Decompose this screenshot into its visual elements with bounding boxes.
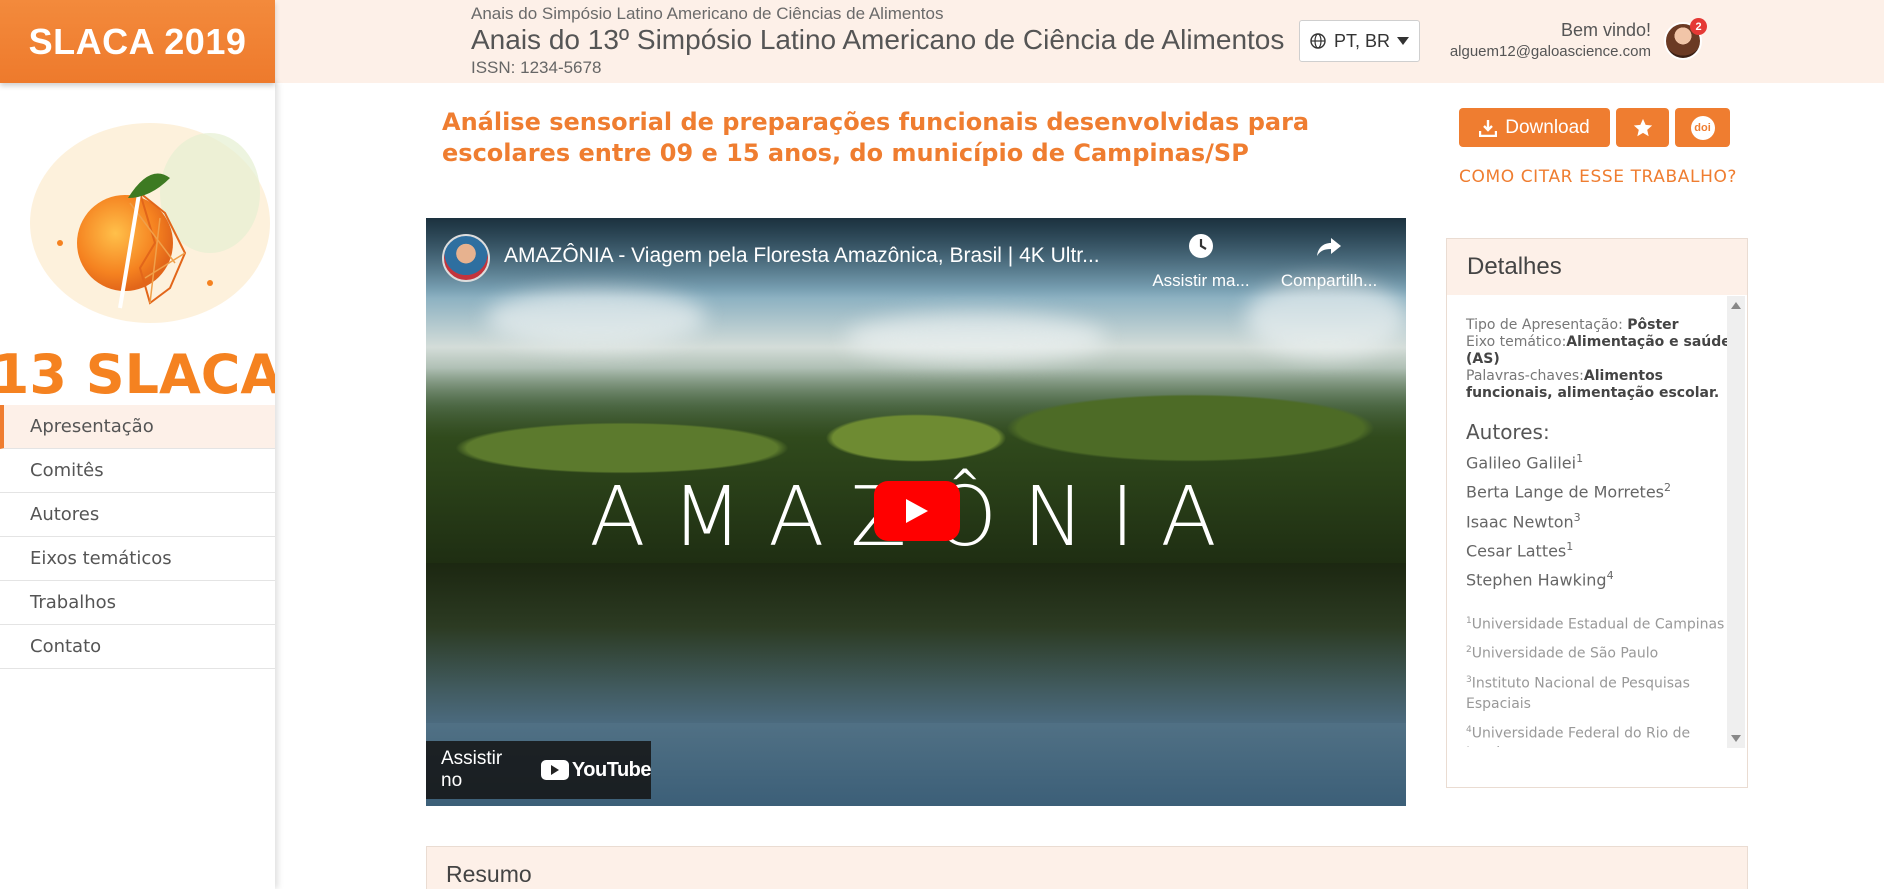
watch-later-label: Assistir ma... [1152, 271, 1250, 290]
clock-icon [1189, 234, 1213, 258]
user-email: alguem12@galoascience.com [1449, 43, 1651, 60]
youtube-icon [540, 760, 569, 780]
affiliation-item: 2Universidade de São Paulo [1466, 645, 1659, 662]
favorite-button[interactable] [1616, 108, 1669, 147]
keywords: Palavras-chaves:Alimentos funcionais, al… [1466, 368, 1720, 401]
affiliation-item: 1Universidade Estadual de Campinas [1466, 615, 1725, 633]
affiliation-item: 3Instituto Nacional de Pesquisas Espacia… [1466, 674, 1690, 712]
author-item[interactable]: Berta Lange de Morretes2 [1466, 475, 1731, 504]
share-icon [1317, 238, 1341, 256]
details-heading: Detalhes [1447, 239, 1747, 295]
details-panel: Detalhes Tipo de Apresentação: Pôster Ei… [1446, 238, 1748, 788]
author-item[interactable]: Isaac Newton3 [1466, 505, 1731, 534]
play-button[interactable] [874, 481, 960, 541]
star-icon [1633, 118, 1652, 136]
video-player[interactable]: AMAZÔNIA - Viagem pela Floresta Amazônic… [426, 218, 1406, 806]
cite-link[interactable]: COMO CITAR ESSE TRABALHO? [1459, 167, 1737, 187]
event-logo[interactable]: 13 SLACA [0, 103, 275, 403]
sidebar-item-eixos-tematicos[interactable]: Eixos temáticos [0, 537, 275, 581]
event-title: Anais do 13º Simpósio Latino Americano d… [471, 24, 1285, 55]
chevron-down-icon [1397, 37, 1409, 45]
share-button[interactable]: Compartilh... [1274, 232, 1384, 291]
author-item[interactable]: Stephen Hawking4 [1466, 563, 1731, 592]
details-scrollbar[interactable] [1727, 296, 1745, 748]
scroll-up-icon[interactable] [1731, 302, 1741, 309]
download-button[interactable]: Download [1459, 108, 1610, 147]
globe-icon [1310, 33, 1326, 49]
details-body: Tipo de Apresentação: Pôster Eixo temáti… [1447, 297, 1731, 747]
sidebar-item-comites[interactable]: Comitês [0, 449, 275, 493]
doi-button[interactable]: doi [1675, 108, 1730, 147]
watch-later-button[interactable]: Assistir ma... [1146, 232, 1256, 291]
sidebar-item-trabalhos[interactable]: Trabalhos [0, 581, 275, 625]
affiliations: 1Universidade Estadual de Campinas 2Univ… [1466, 611, 1731, 747]
language-select[interactable]: PT, BR [1299, 20, 1420, 62]
logo-text: 13 SLACA [0, 343, 275, 403]
author-item[interactable]: Cesar Lattes1 [1466, 534, 1731, 563]
summary-heading: Resumo [446, 861, 532, 887]
play-icon [906, 499, 928, 523]
work-title: Análise sensorial de preparações funcion… [442, 108, 1310, 167]
sidebar: 13 SLACA Apresentação Comitês Autores Ei… [0, 83, 275, 889]
event-subtitle: Anais do Simpósio Latino Americano de Ci… [471, 4, 944, 23]
author-item[interactable]: Galileo Galilei1 [1466, 446, 1731, 475]
summary-section: Resumo [426, 846, 1748, 889]
share-label: Compartilh... [1280, 271, 1378, 290]
watch-on-label: Assistir no [441, 748, 503, 791]
video-title[interactable]: AMAZÔNIA - Viagem pela Floresta Amazônic… [504, 244, 1100, 268]
youtube-logo: YouTube [540, 758, 652, 782]
event-issn: ISSN: 1234-5678 [471, 58, 602, 77]
sidebar-item-autores[interactable]: Autores [0, 493, 275, 537]
youtube-wordmark: YouTube [571, 758, 652, 781]
brand-logo[interactable]: SLACA 2019 [0, 0, 275, 83]
thematic-axis: Eixo temático:Alimentação e saúde (AS) [1466, 334, 1731, 367]
notification-badge[interactable]: 2 [1690, 18, 1707, 35]
authors-heading: Autores: [1466, 420, 1550, 444]
download-label: Download [1505, 116, 1590, 138]
sidebar-item-contato[interactable]: Contato [0, 625, 275, 669]
welcome-text: Bem vindo! [1560, 20, 1651, 40]
language-value: PT, BR [1334, 30, 1391, 51]
doi-icon: doi [1690, 115, 1715, 140]
scroll-down-icon[interactable] [1731, 735, 1741, 742]
top-header: Anais do Simpósio Latino Americano de Ci… [0, 0, 1884, 83]
presentation-type: Tipo de Apresentação: Pôster [1466, 317, 1679, 333]
watch-on-youtube-button[interactable]: Assistir no YouTube [426, 741, 652, 799]
affiliation-item: 4Universidade Federal do Rio de Janeiro [1466, 724, 1691, 747]
sidebar-nav: Apresentação Comitês Autores Eixos temát… [0, 405, 275, 669]
sidebar-item-apresentacao[interactable]: Apresentação [0, 405, 275, 449]
channel-avatar[interactable] [442, 234, 490, 282]
download-icon [1479, 119, 1498, 137]
